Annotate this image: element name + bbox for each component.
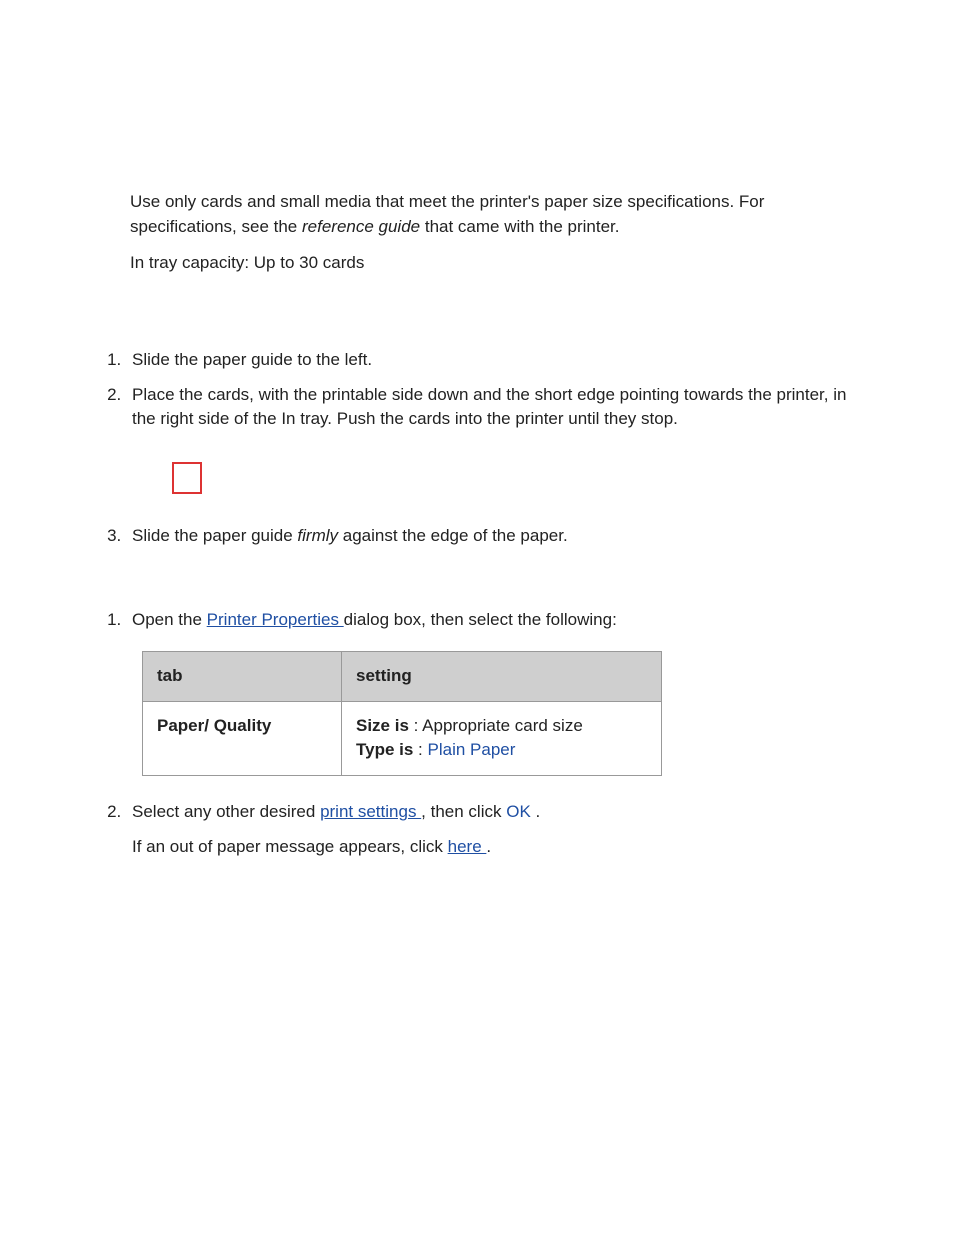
print-steps-list: Open the Printer Properties dialog box, … <box>80 608 874 859</box>
ok-text: OK <box>506 802 531 821</box>
table-row: Paper/ Quality Size is : Appropriate car… <box>143 701 662 775</box>
table-header-row: tab setting <box>143 652 662 702</box>
load-step-2: Place the cards, with the printable side… <box>126 383 874 494</box>
print-settings-link[interactable]: print settings <box>320 802 421 821</box>
print-step-2-text-c: . <box>531 802 540 821</box>
table-cell-tab: Paper/ Quality <box>143 701 342 775</box>
print-step-1-text-a: Open the <box>132 610 207 629</box>
table-header-tab: tab <box>143 652 342 702</box>
settings-table: tab setting Paper/ Quality Size is : App… <box>142 651 662 776</box>
size-label: Size is <box>356 716 409 735</box>
type-value: Plain Paper <box>428 740 516 759</box>
intro-block: Use only cards and small media that meet… <box>130 190 864 276</box>
print-step-1-text-b: dialog box, then select the following: <box>344 610 617 629</box>
type-sep: : <box>413 740 427 759</box>
load-step-3-em: firmly <box>297 526 338 545</box>
print-step-2-p2-a: If an out of paper message appears, clic… <box>132 837 448 856</box>
printer-properties-link[interactable]: Printer Properties <box>207 610 344 629</box>
print-step-2-text-a: Select any other desired <box>132 802 320 821</box>
load-steps-list: Slide the paper guide to the left. Place… <box>80 348 874 549</box>
settings-table-wrap: tab setting Paper/ Quality Size is : App… <box>142 651 874 776</box>
table-header-setting: setting <box>342 652 662 702</box>
intro-paragraph-1: Use only cards and small media that meet… <box>130 190 864 239</box>
size-value: Appropriate card size <box>422 716 583 735</box>
load-step-3: Slide the paper guide firmly against the… <box>126 524 874 549</box>
load-step-3-text-a: Slide the paper guide <box>132 526 297 545</box>
print-step-2: Select any other desired print settings … <box>126 800 874 859</box>
document-page: Use only cards and small media that meet… <box>0 0 954 1235</box>
load-step-1-text: Slide the paper guide to the left. <box>132 350 372 369</box>
here-link[interactable]: here <box>448 837 487 856</box>
size-sep: : <box>409 716 422 735</box>
load-step-1: Slide the paper guide to the left. <box>126 348 874 373</box>
print-step-1: Open the Printer Properties dialog box, … <box>126 608 874 776</box>
print-step-2-text-b: , then click <box>421 802 506 821</box>
intro-paragraph-2: In tray capacity: Up to 30 cards <box>130 251 864 276</box>
load-step-2-text: Place the cards, with the printable side… <box>132 385 846 429</box>
type-label: Type is <box>356 740 413 759</box>
load-step-3-text-b: against the edge of the paper. <box>338 526 568 545</box>
intro-text-b: that came with the printer. <box>420 217 619 236</box>
print-step-2-p2-b: . <box>486 837 491 856</box>
image-placeholder-icon <box>172 462 202 494</box>
print-step-2-subpara: If an out of paper message appears, clic… <box>132 835 874 860</box>
intro-emphasis: reference guide <box>302 217 420 236</box>
table-cell-setting: Size is : Appropriate card size Type is … <box>342 701 662 775</box>
